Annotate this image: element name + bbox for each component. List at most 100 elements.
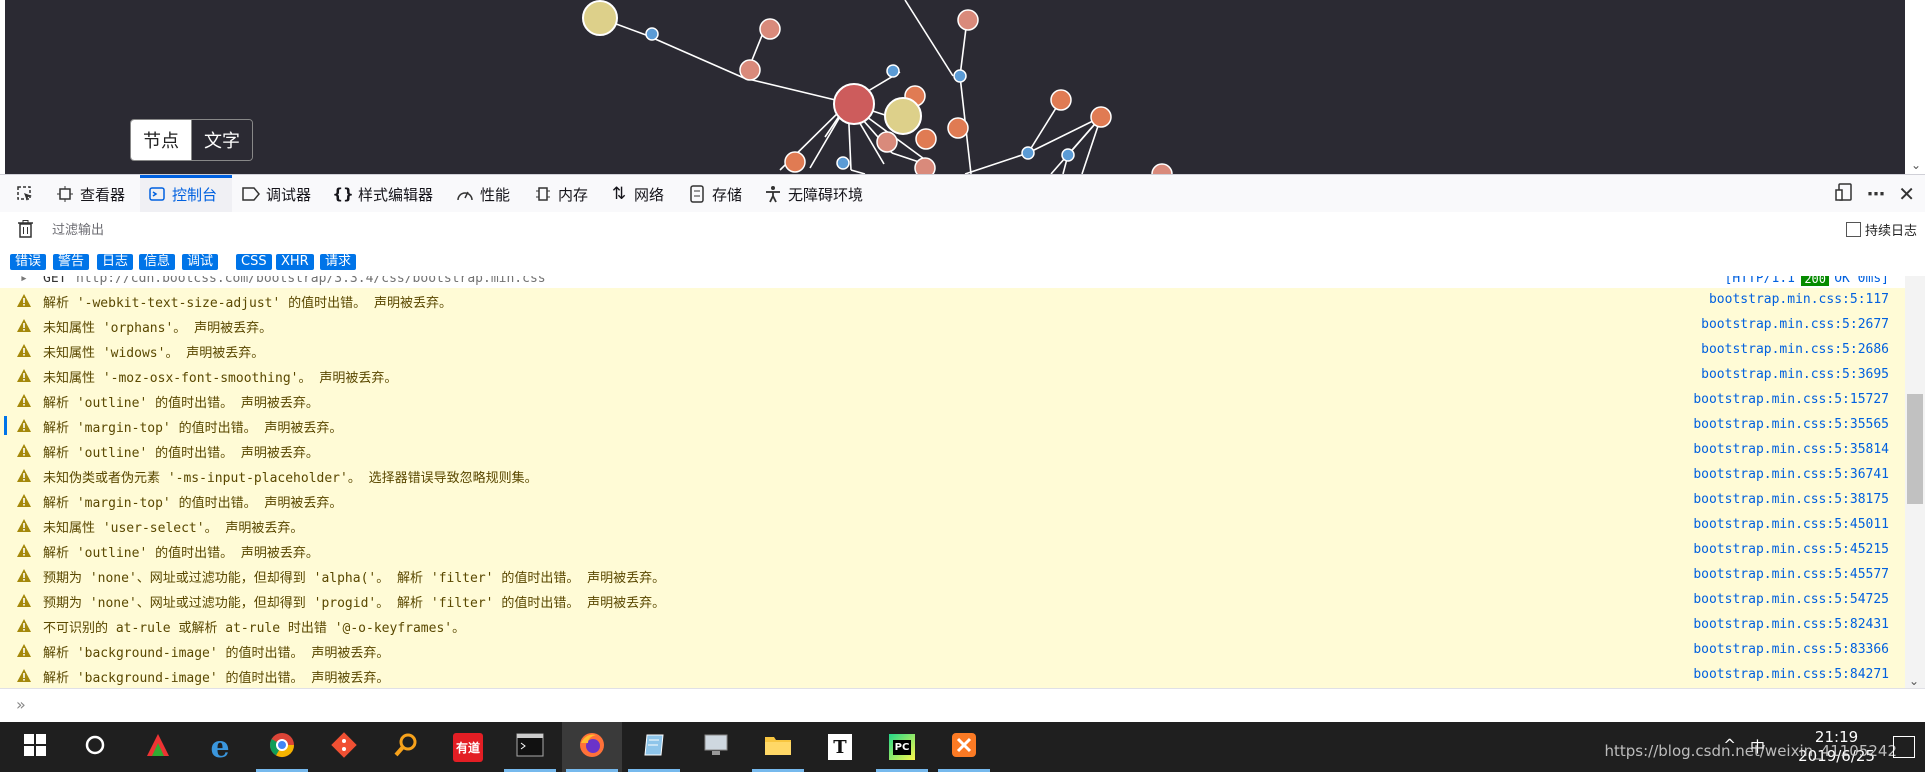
console-warning-row[interactable]: 解析 'background-image' 的值时出错。 声明被丢弃。 boots… — [0, 638, 1905, 664]
tab-memory[interactable]: 内存 — [534, 175, 594, 213]
taskbar-app[interactable] — [314, 722, 374, 772]
console-warning-row[interactable]: 未知属性 '-moz-osx-font-smoothing'。 声明被丢弃。 bo… — [0, 363, 1905, 389]
element-picker-button[interactable] — [10, 175, 40, 213]
tab-debugger[interactable]: 调试器 — [242, 175, 322, 213]
source-link[interactable]: bootstrap.min.css:5:45577 — [1693, 567, 1889, 582]
warning-message: 未知属性 'orphans'。 声明被丢弃。 — [43, 321, 273, 336]
source-link[interactable]: bootstrap.min.css:5:117 — [1709, 292, 1889, 307]
filter-chip-info[interactable]: 信息 — [139, 254, 176, 270]
console-warning-row[interactable]: 解析 'background-image' 的值时出错。 声明被丢弃。 boots… — [0, 663, 1905, 688]
console-warning-row[interactable]: 解析 'outline' 的值时出错。 声明被丢弃。 bootstrap.min.… — [0, 438, 1905, 464]
checkbox-icon[interactable] — [1845, 222, 1861, 237]
source-link[interactable]: bootstrap.min.css:5:38175 — [1693, 492, 1889, 507]
filter-output-input[interactable] — [50, 217, 1834, 243]
toggle-nodes-button[interactable]: 节点 — [131, 120, 191, 160]
devtools-panel: 查看器 控制台 调试器 {} 样式编辑器 性能 内存 ⇅ 网络 存储 无障碍环境… — [0, 174, 1925, 723]
taskbar-app[interactable] — [376, 722, 436, 772]
responsive-mode-button[interactable] — [1835, 175, 1853, 213]
taskbar-app[interactable] — [128, 722, 188, 772]
source-link[interactable]: bootstrap.min.css:5:82431 — [1693, 617, 1889, 632]
scrollbar-thumb[interactable] — [1907, 394, 1923, 504]
source-link[interactable]: bootstrap.min.css:5:35565 — [1693, 417, 1889, 432]
taskbar-app[interactable]: T — [810, 722, 870, 772]
console-warning-row[interactable]: 未知属性 'widows'。 声明被丢弃。 bootstrap.min.css:5… — [0, 338, 1905, 364]
source-link[interactable]: bootstrap.min.css:5:2677 — [1701, 317, 1889, 332]
viewport-scrollbar[interactable]: ⌄ — [1905, 0, 1925, 174]
more-options-button[interactable]: ⋯ — [1867, 175, 1885, 213]
taskbar-app[interactable]: PC — [872, 722, 932, 772]
cortana-button[interactable] — [65, 722, 125, 772]
persist-logs-checkbox[interactable]: 持续日志 — [1845, 220, 1917, 239]
filter-chip-xhr[interactable]: XHR — [276, 254, 314, 270]
force-graph[interactable] — [5, 0, 1905, 174]
tab-performance[interactable]: 性能 — [456, 175, 518, 213]
source-link[interactable]: bootstrap.min.css:5:35814 — [1693, 442, 1889, 457]
console-warning-row[interactable]: 未知属性 'user-select'。 声明被丢弃。 bootstrap.min.… — [0, 513, 1905, 539]
tab-accessibility[interactable]: 无障碍环境 — [764, 175, 874, 213]
network-request-row[interactable]: ▸ GET http://cdn.bootcss.com/bootstrap/3… — [0, 276, 1905, 288]
console-warning-row[interactable]: 预期为 'none'、网址或过滤功能，但却得到 'progid'。 解析 'fi… — [0, 588, 1905, 614]
source-link[interactable]: bootstrap.min.css:5:36741 — [1693, 467, 1889, 482]
console-scrollbar[interactable]: ⌄ — [1905, 276, 1925, 688]
filter-chip-requests[interactable]: 请求 — [320, 254, 357, 270]
taskbar-app[interactable]: 有道 — [438, 722, 498, 772]
warning-icon — [16, 443, 32, 458]
console-warning-row[interactable]: 解析 'margin-top' 的值时出错。 声明被丢弃。 bootstrap.m… — [0, 413, 1905, 439]
taskbar-app[interactable] — [624, 722, 684, 772]
filter-chip-warnings[interactable]: 警告 — [53, 254, 90, 270]
console-input-row[interactable]: » — [0, 688, 1925, 723]
filter-chip-css[interactable]: CSS — [236, 254, 272, 270]
source-link[interactable]: bootstrap.min.css:5:83366 — [1693, 642, 1889, 657]
force-graph-canvas[interactable] — [5, 0, 1905, 174]
tab-storage[interactable]: 存储 — [688, 175, 750, 213]
console-warning-row[interactable]: 预期为 'none'、网址或过滤功能，但却得到 'alpha('。 解析 'fi… — [0, 563, 1905, 589]
chevron-down-icon[interactable]: ⌄ — [1911, 158, 1921, 172]
taskbar-app[interactable] — [500, 722, 560, 772]
tab-label: 调试器 — [266, 185, 312, 204]
console-warning-row[interactable]: 未知伪类或者伪元素 '-ms-input-placeholder'。 选择器错误… — [0, 463, 1905, 489]
filter-chip-debug[interactable]: 调试 — [182, 254, 219, 270]
source-link[interactable]: bootstrap.min.css:5:15727 — [1693, 392, 1889, 407]
console-warning-row[interactable]: 解析 'outline' 的值时出错。 声明被丢弃。 bootstrap.min.… — [0, 388, 1905, 414]
console-warning-row[interactable]: 解析 'margin-top' 的值时出错。 声明被丢弃。 bootstrap.m… — [0, 488, 1905, 514]
taskbar-app-active[interactable] — [562, 722, 622, 772]
start-button[interactable] — [5, 722, 65, 772]
source-link[interactable]: bootstrap.min.css:5:2686 — [1701, 342, 1889, 357]
watermark-text: https://blog.csdn.net/weixin_41105242 — [1604, 742, 1897, 760]
warning-icon — [16, 393, 32, 408]
notification-icon[interactable] — [1893, 736, 1915, 758]
terminal-icon — [516, 733, 544, 761]
tab-inspector[interactable]: 查看器 — [56, 175, 136, 213]
filter-chip-errors[interactable]: 错误 — [10, 254, 47, 270]
source-link[interactable]: bootstrap.min.css:5:45215 — [1693, 542, 1889, 557]
close-devtools-button[interactable]: ✕ — [1898, 175, 1915, 213]
taskbar-app[interactable] — [934, 722, 994, 772]
tab-network[interactable]: ⇅ 网络 — [610, 175, 672, 213]
source-link[interactable]: bootstrap.min.css:5:3695 — [1701, 367, 1889, 382]
search-tool-icon — [393, 732, 419, 762]
close-icon: ✕ — [1898, 182, 1915, 206]
tab-style-editor[interactable]: {} 样式编辑器 — [332, 175, 444, 213]
taskbar-app[interactable]: e — [190, 722, 250, 772]
taskbar-app[interactable] — [686, 722, 746, 772]
console-output[interactable]: ▸ GET http://cdn.bootcss.com/bootstrap/3… — [0, 276, 1905, 688]
tab-console[interactable]: 控制台 — [140, 175, 232, 213]
source-link[interactable]: bootstrap.min.css:5:84271 — [1693, 667, 1889, 682]
toggle-text-button[interactable]: 文字 — [191, 120, 252, 160]
taskbar-app[interactable] — [252, 722, 312, 772]
console-warning-row[interactable]: 未知属性 'orphans'。 声明被丢弃。 bootstrap.min.css:… — [0, 313, 1905, 339]
console-warning-row[interactable]: 不可识别的 at-rule 或解析 at-rule 时出错 '@-o-keyfr… — [0, 613, 1905, 639]
source-link[interactable]: bootstrap.min.css:5:45011 — [1693, 517, 1889, 532]
trash-icon[interactable] — [17, 220, 34, 238]
source-link[interactable]: bootstrap.min.css:5:54725 — [1693, 592, 1889, 607]
request-url[interactable]: http://cdn.bootcss.com/bootstrap/3.3.4/c… — [76, 276, 546, 286]
console-warning-row[interactable]: 解析 'outline' 的值时出错。 声明被丢弃。 bootstrap.min.… — [0, 538, 1905, 564]
taskbar-app[interactable] — [748, 722, 808, 772]
filter-chip-logs[interactable]: 日志 — [97, 254, 134, 270]
expand-arrow-icon[interactable]: ▸ — [20, 276, 28, 286]
chevron-down-icon[interactable]: ⌄ — [1909, 674, 1919, 688]
node-text-toggle[interactable]: 节点 文字 — [130, 119, 253, 161]
console-warning-row[interactable]: 解析 '-webkit-text-size-adjust' 的值时出错。 声明被… — [0, 288, 1905, 314]
warning-message: 未知属性 '-moz-osx-font-smoothing'。 声明被丢弃。 — [43, 371, 398, 386]
graph-nodes[interactable] — [582, 0, 1173, 174]
